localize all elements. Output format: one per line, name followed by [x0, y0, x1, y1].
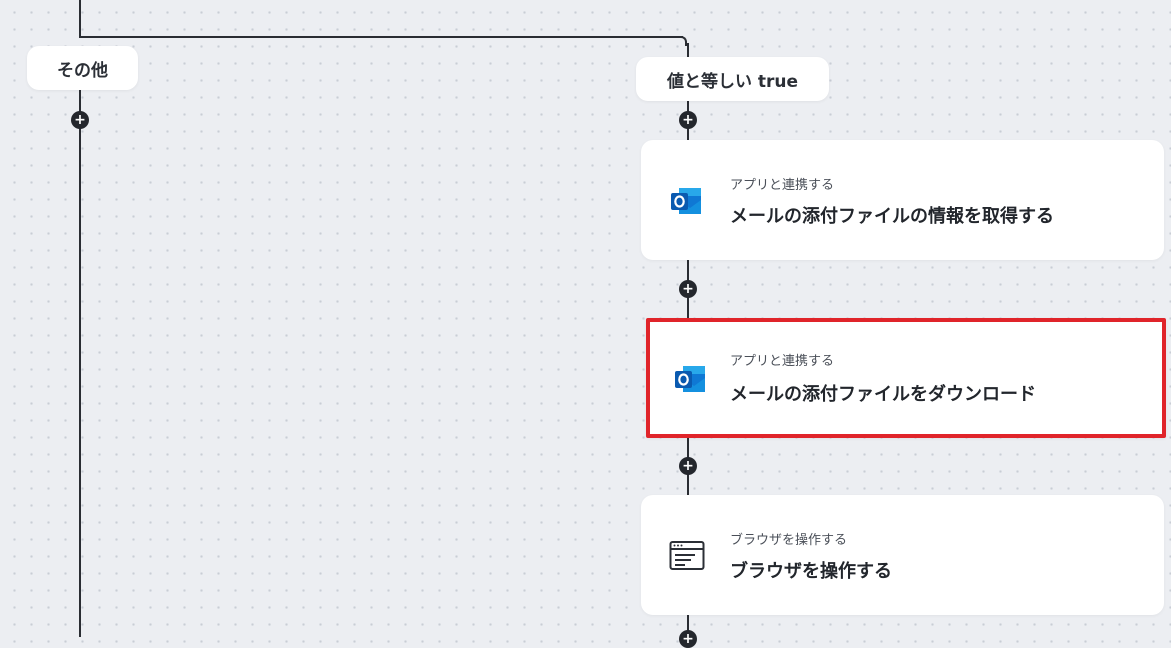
step-card-get-attachment-info[interactable]: アプリと連携する メールの添付ファイルの情報を取得する — [641, 140, 1164, 260]
connector-corner — [677, 36, 687, 46]
add-step-button[interactable]: + — [679, 457, 697, 475]
flow-canvas[interactable]: その他 値と等しい true + + + + + アプリと連携する メールの添付… — [0, 0, 1171, 648]
connector-line — [79, 88, 81, 637]
add-step-button[interactable]: + — [679, 280, 697, 298]
branch-label-other[interactable]: その他 — [27, 46, 138, 90]
step-card-download-attachment[interactable]: アプリと連携する メールの添付ファイルをダウンロード — [646, 318, 1166, 438]
branch-label-equals-true[interactable]: 値と等しい true — [636, 57, 829, 101]
outlook-icon — [673, 362, 709, 396]
branch-label-text: その他 — [57, 60, 108, 81]
branch-label-text: 値と等しい true — [666, 71, 799, 92]
step-category: ブラウザを操作する — [730, 533, 848, 548]
step-category: アプリと連携する — [730, 178, 835, 193]
add-step-button[interactable]: + — [679, 630, 697, 648]
browser-window-icon — [669, 539, 705, 573]
step-title: メールの添付ファイルの情報を取得する — [730, 206, 1054, 227]
plus-icon: + — [682, 112, 694, 128]
step-card-operate-browser[interactable]: ブラウザを操作する ブラウザを操作する — [641, 495, 1164, 615]
plus-icon: + — [682, 281, 694, 297]
connector-line — [687, 43, 689, 58]
connector-line — [79, 0, 81, 37]
add-step-button[interactable]: + — [71, 111, 89, 129]
plus-icon: + — [682, 631, 694, 647]
step-category: アプリと連携する — [730, 354, 835, 369]
plus-icon: + — [682, 458, 694, 474]
plus-icon: + — [74, 112, 86, 128]
outlook-icon — [669, 184, 705, 218]
connector-line — [79, 36, 683, 38]
add-step-button[interactable]: + — [679, 111, 697, 129]
step-title: ブラウザを操作する — [730, 561, 892, 582]
step-title: メールの添付ファイルをダウンロード — [730, 384, 1036, 405]
